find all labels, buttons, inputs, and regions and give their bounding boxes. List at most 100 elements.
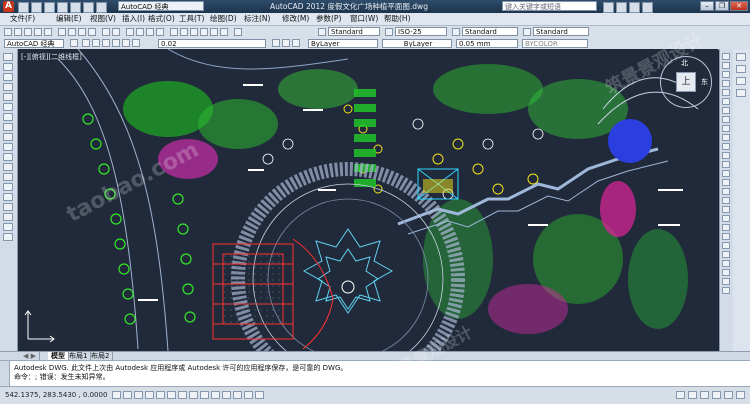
paste-icon[interactable] xyxy=(78,28,86,36)
menu-window[interactable]: 窗口(W) xyxy=(346,13,382,25)
scale-icon[interactable] xyxy=(722,116,730,123)
line-icon[interactable] xyxy=(3,53,13,61)
dim-style-select[interactable]: ISO-25 xyxy=(395,27,447,36)
minimize-button[interactable]: – xyxy=(700,1,714,11)
dynamic-ucs-icon[interactable] xyxy=(200,391,209,399)
workspace-switch-icon[interactable] xyxy=(688,391,697,399)
user-icon[interactable] xyxy=(616,2,627,13)
menu-tools[interactable]: 工具(T) xyxy=(175,13,208,25)
snap-mode-icon[interactable] xyxy=(123,391,132,399)
offset-icon[interactable] xyxy=(722,80,730,87)
move-icon[interactable] xyxy=(722,98,730,105)
print-icon[interactable] xyxy=(34,28,42,36)
mirror-icon[interactable] xyxy=(722,71,730,78)
lock-ui-icon[interactable] xyxy=(700,391,709,399)
zoom-previous-icon[interactable] xyxy=(156,28,164,36)
open-icon[interactable] xyxy=(31,2,42,13)
polygon-icon[interactable] xyxy=(3,83,13,91)
dim-radius-icon[interactable] xyxy=(722,215,730,222)
table-style-select[interactable]: Standard xyxy=(462,27,518,36)
circle-icon[interactable] xyxy=(3,113,13,121)
insert-block-icon[interactable] xyxy=(3,163,13,171)
stretch-icon[interactable] xyxy=(722,125,730,132)
infer-constraints-icon[interactable] xyxy=(112,391,121,399)
lineweight-toggle-icon[interactable] xyxy=(222,391,231,399)
plot-style-select[interactable]: BYCOLOR xyxy=(522,39,588,48)
copy-object-icon[interactable] xyxy=(722,62,730,69)
dim-linear-icon[interactable] xyxy=(722,197,730,204)
point-icon[interactable] xyxy=(3,183,13,191)
restore-button[interactable]: ❐ xyxy=(715,1,729,11)
dim-baseline-icon[interactable] xyxy=(722,233,730,240)
zoom-window-icon[interactable] xyxy=(146,28,154,36)
multileader-style-select[interactable]: Standard xyxy=(533,27,589,36)
3d-osnap-icon[interactable] xyxy=(178,391,187,399)
ellipse-arc-icon[interactable] xyxy=(3,153,13,161)
sheet-set-icon[interactable] xyxy=(200,28,208,36)
trim-icon[interactable] xyxy=(722,134,730,141)
undo-icon[interactable] xyxy=(83,2,94,13)
chamfer-icon[interactable] xyxy=(722,170,730,177)
markup-icon[interactable] xyxy=(210,28,218,36)
dim-continue-icon[interactable] xyxy=(722,242,730,249)
menu-parametric[interactable]: 参数(P) xyxy=(312,13,345,25)
hardware-acceleration-icon[interactable] xyxy=(724,391,733,399)
break-icon[interactable] xyxy=(722,152,730,159)
viewcube-top-face[interactable]: 上 xyxy=(676,72,696,92)
menu-modify[interactable]: 修改(M) xyxy=(278,13,313,25)
arc-icon[interactable] xyxy=(3,103,13,111)
otrack-icon[interactable] xyxy=(189,391,198,399)
new-icon[interactable] xyxy=(18,2,29,13)
erase-icon[interactable] xyxy=(722,53,730,60)
exchange-icon[interactable] xyxy=(629,2,640,13)
mtext-icon[interactable] xyxy=(3,233,13,241)
dynamic-input-icon[interactable] xyxy=(211,391,220,399)
ortho-mode-icon[interactable] xyxy=(145,391,154,399)
menu-help[interactable]: 帮助(H) xyxy=(380,13,415,25)
explode-icon[interactable] xyxy=(722,188,730,195)
plot-icon[interactable] xyxy=(70,2,81,13)
region-icon[interactable] xyxy=(3,213,13,221)
isolate-objects-icon[interactable] xyxy=(712,391,721,399)
close-button[interactable]: ✕ xyxy=(730,1,748,11)
save-file-icon[interactable] xyxy=(24,28,32,36)
tolerance-icon[interactable] xyxy=(722,251,730,258)
layer-color-icon[interactable] xyxy=(122,39,130,47)
menu-file[interactable]: 文件(F) xyxy=(6,13,39,25)
menu-dimension[interactable]: 标注(N) xyxy=(240,13,274,25)
transparency-icon[interactable] xyxy=(233,391,242,399)
sun-icon[interactable] xyxy=(102,39,110,47)
help-tool-icon[interactable] xyxy=(234,28,242,36)
gradient-icon[interactable] xyxy=(3,203,13,211)
orbit-nav-icon[interactable] xyxy=(736,77,746,85)
settings-icon[interactable] xyxy=(70,39,78,47)
workspace-select[interactable]: AutoCAD 经典 xyxy=(118,1,204,11)
quick-properties-icon[interactable] xyxy=(244,391,253,399)
zoom-realtime-icon[interactable] xyxy=(136,28,144,36)
pan-nav-icon[interactable] xyxy=(736,53,746,61)
menu-view[interactable]: 视图(V) xyxy=(86,13,120,25)
dim-edit-icon[interactable] xyxy=(722,269,730,276)
make-current-icon[interactable] xyxy=(272,39,280,47)
command-prompt-line[interactable]: 命令：; 错误：发生未知异常。 xyxy=(14,372,110,382)
zoom-nav-icon[interactable] xyxy=(736,65,746,73)
center-mark-icon[interactable] xyxy=(722,260,730,267)
join-icon[interactable] xyxy=(722,161,730,168)
spline-icon[interactable] xyxy=(3,133,13,141)
layer-previous-icon[interactable] xyxy=(282,39,290,47)
dim-style-tool-icon[interactable] xyxy=(722,287,730,294)
construction-line-icon[interactable] xyxy=(3,63,13,71)
viewport-controls[interactable]: [-][俯视][二维线框] xyxy=(21,52,82,62)
make-block-icon[interactable] xyxy=(3,173,13,181)
search-input[interactable]: 键入关键字或短语 xyxy=(502,1,597,11)
light-bulb-icon[interactable] xyxy=(92,39,100,47)
grid-display-icon[interactable] xyxy=(134,391,143,399)
showmotion-nav-icon[interactable] xyxy=(736,89,746,97)
extend-icon[interactable] xyxy=(722,143,730,150)
saveas-icon[interactable] xyxy=(57,2,68,13)
array-icon[interactable] xyxy=(722,89,730,96)
lock-icon[interactable] xyxy=(112,39,120,47)
command-window[interactable]: Autodesk DWG. 此文件上次由 Autodesk 应用程序或 Auto… xyxy=(0,360,750,386)
menu-edit[interactable]: 编辑(E) xyxy=(52,13,86,25)
workspace-toolbar-select[interactable]: AutoCAD 经典 xyxy=(4,39,64,48)
